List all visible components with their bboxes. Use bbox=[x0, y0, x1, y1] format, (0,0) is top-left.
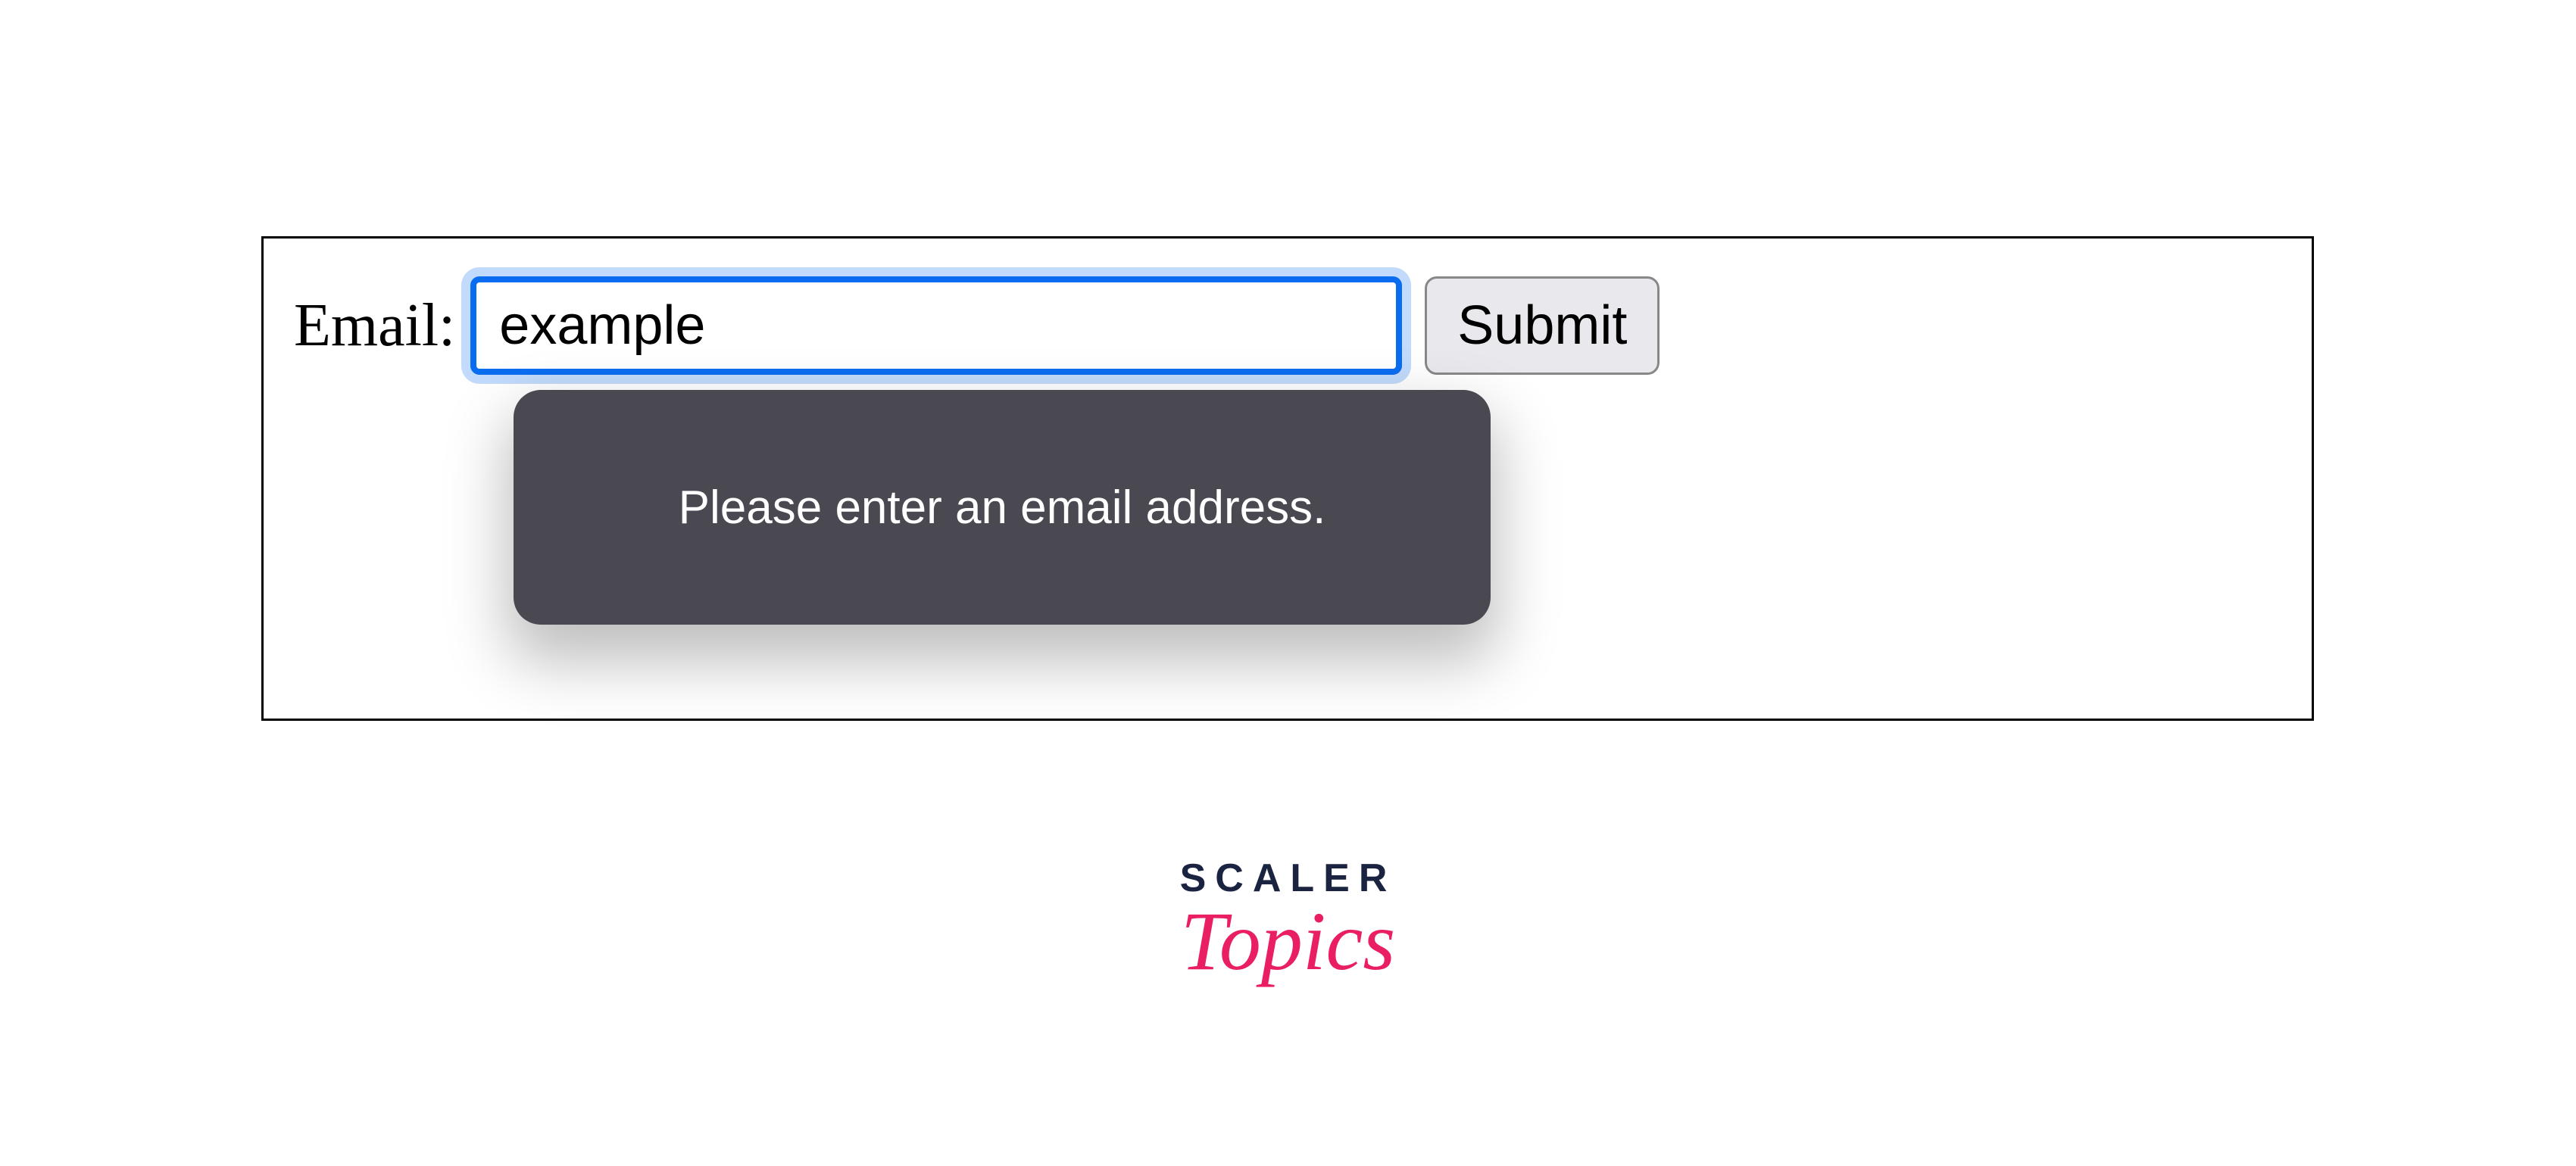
form-container: Email: Submit Please enter an email addr… bbox=[261, 236, 2314, 721]
email-label: Email: bbox=[294, 292, 455, 360]
scaler-topics-logo: SCALER Topics bbox=[1180, 856, 1397, 990]
logo-topics-text: Topics bbox=[1180, 893, 1397, 990]
form-row: Email: Submit bbox=[294, 276, 2281, 375]
submit-button[interactable]: Submit bbox=[1425, 276, 1660, 375]
validation-tooltip: Please enter an email address. bbox=[514, 390, 1491, 625]
email-input[interactable] bbox=[470, 276, 1402, 375]
validation-message: Please enter an email address. bbox=[679, 481, 1326, 535]
